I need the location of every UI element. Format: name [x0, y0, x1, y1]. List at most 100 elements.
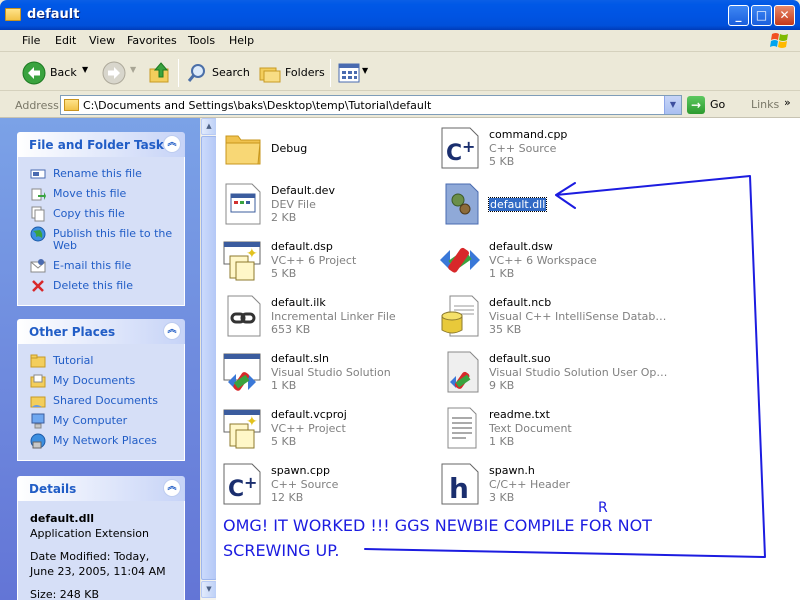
menu-favorites[interactable]: Favorites [127, 34, 177, 47]
linker-file-icon [227, 295, 261, 337]
menu-help[interactable]: Help [229, 34, 254, 47]
file-item-default-dsw[interactable]: default.dsw VC++ 6 Workspace 1 KB [434, 234, 654, 286]
search-icon [187, 64, 205, 82]
menu-edit[interactable]: Edit [55, 34, 76, 47]
file-item-command-cpp[interactable]: C + command.cpp C++ Source 5 KB [434, 122, 654, 174]
file-item-default-vcproj[interactable]: ✦ default.vcproj VC++ Project 5 KB [216, 402, 436, 454]
maximize-button[interactable]: □ [751, 5, 772, 26]
folder-icon [5, 8, 21, 21]
task-email[interactable]: E-mail this file [18, 257, 184, 277]
task-move[interactable]: Move this file [18, 185, 184, 205]
panel-title: File and Folder Tasks [29, 138, 172, 152]
task-delete[interactable]: Delete this file [18, 277, 184, 297]
vertical-scrollbar[interactable]: ▲ ▼ [200, 118, 217, 600]
scroll-thumb[interactable] [201, 136, 217, 580]
back-label: Back [50, 66, 77, 79]
file-item-default-sln[interactable]: default.sln Visual Studio Solution 1 KB [216, 346, 436, 398]
address-label: Address [15, 99, 59, 112]
copy-icon [31, 206, 45, 222]
annotation-line-2: SCREWING UP. [223, 541, 340, 560]
go-arrow-icon: → [687, 96, 705, 114]
vc-workspace-icon [440, 247, 480, 273]
details-filename: default.dll [30, 512, 94, 525]
file-item-default-dev[interactable]: Default.dev DEV File 2 KB [216, 178, 436, 230]
folders-label: Folders [285, 66, 325, 79]
views-dropdown-icon: ▼ [362, 66, 369, 75]
address-dropdown-icon[interactable]: ▼ [664, 96, 681, 114]
place-my-computer[interactable]: My Computer [18, 412, 184, 432]
place-tutorial[interactable]: Tutorial [18, 352, 184, 372]
toolbar: Back ▼ ▼ Search Folders ▼ [0, 53, 800, 91]
svg-text:C: C [446, 141, 462, 166]
dll-file-icon [445, 183, 479, 225]
menu-view[interactable]: View [89, 34, 115, 47]
toolbar-separator [330, 59, 331, 87]
title-bar[interactable]: default _ □ ✕ [0, 0, 800, 30]
computer-icon [31, 413, 45, 429]
links-button[interactable]: Links [751, 98, 779, 111]
task-publish[interactable]: Publish this file to the Web [18, 225, 184, 257]
intellisense-db-icon [441, 295, 479, 337]
other-places-panel: Other Places ︽ Tutorial My Documents Sha… [17, 319, 185, 461]
windows-logo-icon [770, 33, 788, 48]
menu-file[interactable]: File [22, 34, 40, 47]
svg-text:✦: ✦ [246, 246, 258, 262]
file-item-spawn-h[interactable]: h spawn.h C/C++ Header 3 KB [434, 458, 654, 510]
file-item-default-ilk[interactable]: default.ilk Incremental Linker File 653 … [216, 290, 436, 342]
text-document-icon [447, 407, 477, 449]
folder-icon [64, 99, 79, 111]
collapse-icon[interactable]: ︽ [163, 135, 181, 153]
panel-title: Details [29, 482, 77, 496]
minimize-button[interactable]: _ [728, 5, 749, 26]
shared-folder-icon [30, 396, 46, 408]
forward-button[interactable]: ▼ [100, 60, 140, 86]
views-icon [338, 63, 360, 83]
toolbar-separator [178, 59, 179, 87]
go-button[interactable]: → Go [687, 96, 743, 114]
file-item-default-ncb[interactable]: default.ncb Visual C++ IntelliSense Data… [434, 290, 666, 342]
file-item-readme-txt[interactable]: readme.txt Text Document 1 KB [434, 402, 654, 454]
panel-header[interactable]: Details ︽ [17, 476, 185, 501]
file-item-default-suo[interactable]: default.suo Visual Studio Solution User … [434, 346, 667, 398]
up-folder-icon[interactable] [148, 61, 172, 85]
cpp-source-icon: C + [223, 463, 261, 505]
place-my-documents[interactable]: My Documents [18, 372, 184, 392]
details-modified: Date Modified: Today, June 23, 2005, 11:… [30, 550, 166, 578]
file-item-spawn-cpp[interactable]: C + spawn.cpp C++ Source 12 KB [216, 458, 436, 510]
address-path: C:\Documents and Settings\baks\Desktop\t… [83, 99, 432, 112]
panel-header[interactable]: Other Places ︽ [17, 319, 185, 344]
views-button[interactable]: ▼ [336, 62, 372, 84]
back-arrow-icon [22, 61, 46, 85]
email-icon [30, 259, 46, 273]
window-title: default [27, 7, 80, 22]
file-item-debug[interactable]: Debug [216, 122, 436, 174]
back-dropdown-icon[interactable]: ▼ [82, 65, 88, 74]
task-rename[interactable]: Rename this file [18, 165, 184, 185]
folder-icon [30, 354, 46, 368]
svg-text:+: + [462, 137, 475, 156]
file-item-default-dll[interactable]: default.dll [434, 178, 654, 230]
forward-dropdown-icon[interactable]: ▼ [130, 65, 136, 74]
menu-tools[interactable]: Tools [188, 34, 215, 47]
scroll-down-icon[interactable]: ▼ [201, 581, 217, 598]
close-button[interactable]: ✕ [774, 5, 795, 26]
folders-button[interactable]: Folders [256, 60, 325, 86]
search-button[interactable]: Search [184, 60, 250, 86]
network-icon [30, 433, 46, 449]
task-copy[interactable]: Copy this file [18, 205, 184, 225]
task-pane: File and Folder Tasks ︽ Rename this file… [0, 118, 200, 600]
place-shared-documents[interactable]: Shared Documents [18, 392, 184, 412]
back-button[interactable]: Back ▼ [20, 60, 92, 86]
annotation-line-1: OMG! IT WORKED !!! GGS NEWBIE COMPILE FO… [223, 516, 652, 535]
collapse-icon[interactable]: ︽ [163, 479, 181, 497]
svg-text:C: C [228, 477, 244, 502]
collapse-icon[interactable]: ︽ [163, 322, 181, 340]
place-my-network-places[interactable]: My Network Places [18, 432, 184, 452]
chevron-right-icon[interactable]: » [784, 96, 791, 109]
panel-header[interactable]: File and Folder Tasks ︽ [17, 132, 185, 157]
address-input[interactable]: C:\Documents and Settings\baks\Desktop\t… [60, 95, 682, 115]
address-bar: Address C:\Documents and Settings\baks\D… [0, 92, 800, 118]
vs-user-options-icon [447, 351, 479, 393]
file-item-default-dsp[interactable]: ✦ default.dsp VC++ 6 Project 5 KB [216, 234, 436, 286]
scroll-up-icon[interactable]: ▲ [201, 118, 217, 135]
